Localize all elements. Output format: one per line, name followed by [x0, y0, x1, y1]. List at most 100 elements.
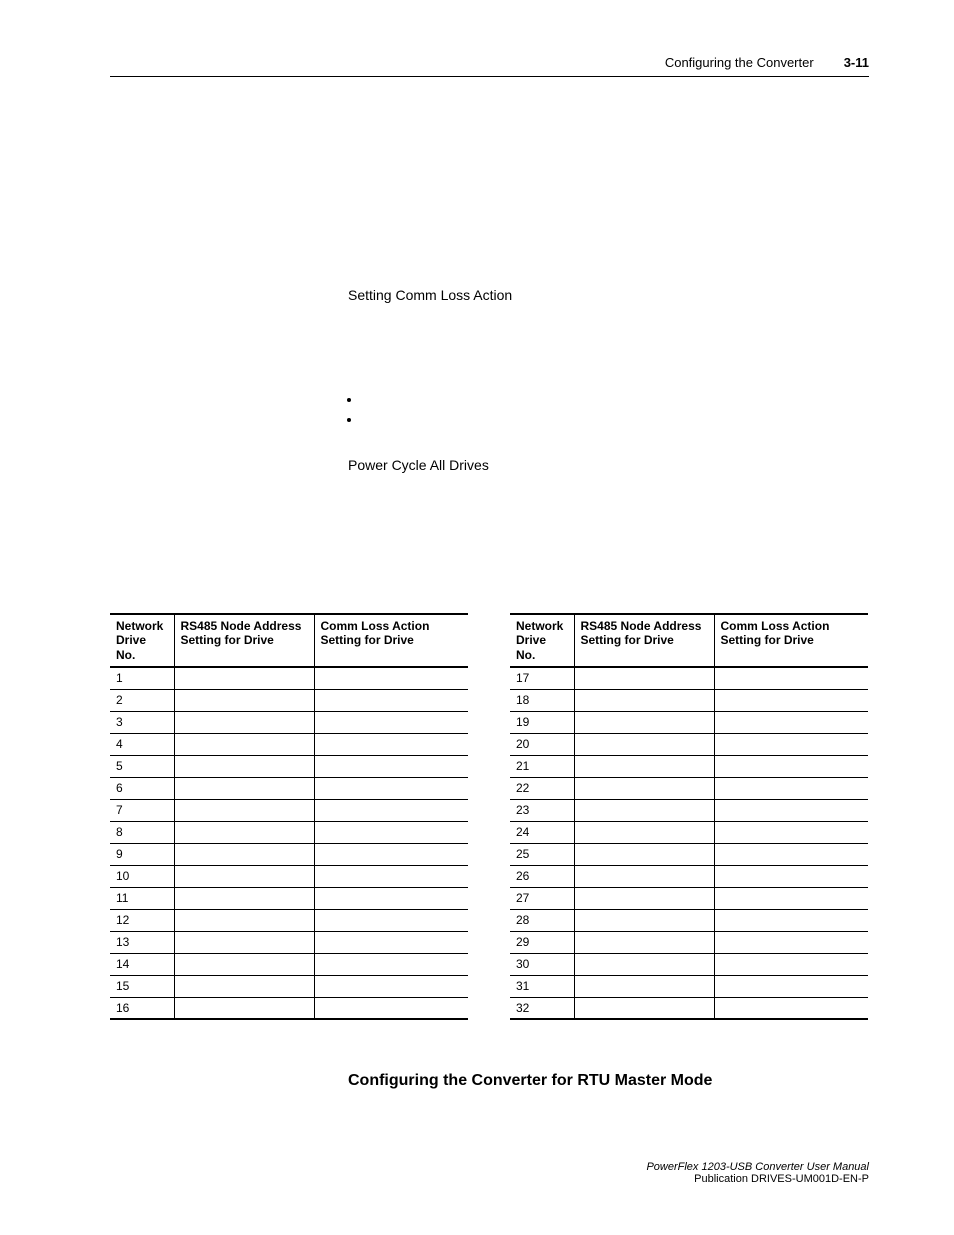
cell-drive-no: 11	[110, 887, 174, 909]
table-row: 12	[110, 909, 468, 931]
cell-node-address	[574, 997, 714, 1019]
cell-comm-loss	[314, 821, 468, 843]
table-row: 30	[510, 953, 868, 975]
col-header-comm-loss: Comm Loss Action Setting for Drive	[714, 614, 868, 667]
cell-comm-loss	[714, 821, 868, 843]
cell-comm-loss	[314, 755, 468, 777]
col-header-drive-no: Network Drive No.	[110, 614, 174, 667]
table-row: 32	[510, 997, 868, 1019]
cell-comm-loss	[714, 909, 868, 931]
cell-drive-no: 21	[510, 755, 574, 777]
header-rule	[110, 76, 869, 77]
cell-drive-no: 1	[110, 667, 174, 689]
cell-drive-no: 2	[110, 689, 174, 711]
cell-node-address	[174, 931, 314, 953]
cell-node-address	[174, 755, 314, 777]
cell-node-address	[574, 689, 714, 711]
table-row: 16	[110, 997, 468, 1019]
table-row: 5	[110, 755, 468, 777]
cell-node-address	[174, 821, 314, 843]
table-row: 10	[110, 865, 468, 887]
cell-node-address	[574, 975, 714, 997]
cell-node-address	[574, 755, 714, 777]
cell-comm-loss	[714, 689, 868, 711]
cell-node-address	[174, 733, 314, 755]
col-header-comm-loss: Comm Loss Action Setting for Drive	[314, 614, 468, 667]
cell-comm-loss	[314, 733, 468, 755]
cell-node-address	[574, 777, 714, 799]
cell-drive-no: 7	[110, 799, 174, 821]
cell-node-address	[174, 909, 314, 931]
cell-drive-no: 15	[110, 975, 174, 997]
cell-node-address	[574, 667, 714, 689]
cell-node-address	[174, 711, 314, 733]
table-row: 27	[510, 887, 868, 909]
cell-drive-no: 32	[510, 997, 574, 1019]
cell-comm-loss	[314, 667, 468, 689]
cell-node-address	[574, 799, 714, 821]
cell-drive-no: 13	[110, 931, 174, 953]
cell-comm-loss	[714, 777, 868, 799]
table-row: 31	[510, 975, 868, 997]
cell-comm-loss	[314, 689, 468, 711]
col-header-node-address: RS485 Node Address Setting for Drive	[174, 614, 314, 667]
table-row: 1	[110, 667, 468, 689]
step-group: Setting Comm Loss Action Power Cycle All…	[348, 287, 869, 473]
cell-comm-loss	[314, 865, 468, 887]
table-row: 15	[110, 975, 468, 997]
cell-node-address	[174, 843, 314, 865]
table-row: 14	[110, 953, 468, 975]
cell-comm-loss	[714, 843, 868, 865]
table-row: 2	[110, 689, 468, 711]
cell-drive-no: 3	[110, 711, 174, 733]
cell-drive-no: 14	[110, 953, 174, 975]
step-heading-comm-loss: Setting Comm Loss Action	[348, 287, 869, 303]
cell-node-address	[574, 909, 714, 931]
cell-node-address	[174, 953, 314, 975]
page-footer: PowerFlex 1203-USB Converter User Manual…	[646, 1161, 869, 1185]
table-row: 8	[110, 821, 468, 843]
table-row: 21	[510, 755, 868, 777]
tables-row: Network Drive No. RS485 Node Address Set…	[110, 613, 869, 1020]
col-header-drive-no: Network Drive No.	[510, 614, 574, 667]
cell-drive-no: 20	[510, 733, 574, 755]
cell-drive-no: 4	[110, 733, 174, 755]
cell-node-address	[174, 975, 314, 997]
cell-comm-loss	[714, 755, 868, 777]
cell-comm-loss	[714, 799, 868, 821]
table-row: 22	[510, 777, 868, 799]
cell-comm-loss	[314, 953, 468, 975]
table-row: 9	[110, 843, 468, 865]
cell-comm-loss	[314, 711, 468, 733]
table-body-left: 12345678910111213141516	[110, 667, 468, 1019]
cell-node-address	[574, 843, 714, 865]
cell-drive-no: 17	[510, 667, 574, 689]
cell-drive-no: 26	[510, 865, 574, 887]
table-row: 23	[510, 799, 868, 821]
cell-comm-loss	[714, 865, 868, 887]
table-row: 3	[110, 711, 468, 733]
cell-node-address	[574, 865, 714, 887]
table-row: 17	[510, 667, 868, 689]
cell-node-address	[174, 777, 314, 799]
step-heading-power-cycle: Power Cycle All Drives	[348, 457, 869, 473]
cell-comm-loss	[314, 909, 468, 931]
table-row: 18	[510, 689, 868, 711]
cell-drive-no: 19	[510, 711, 574, 733]
col-header-node-address: RS485 Node Address Setting for Drive	[574, 614, 714, 667]
cell-node-address	[174, 667, 314, 689]
table-row: 24	[510, 821, 868, 843]
bullet-item	[362, 391, 869, 407]
table-row: 4	[110, 733, 468, 755]
header-page-number: 3-11	[844, 55, 869, 70]
page-container: Configuring the Converter 3-11 Setting C…	[0, 0, 954, 1235]
cell-comm-loss	[314, 975, 468, 997]
cell-drive-no: 18	[510, 689, 574, 711]
cell-comm-loss	[314, 799, 468, 821]
table-row: 7	[110, 799, 468, 821]
cell-node-address	[574, 931, 714, 953]
cell-drive-no: 23	[510, 799, 574, 821]
cell-drive-no: 25	[510, 843, 574, 865]
cell-node-address	[174, 997, 314, 1019]
cell-comm-loss	[714, 733, 868, 755]
